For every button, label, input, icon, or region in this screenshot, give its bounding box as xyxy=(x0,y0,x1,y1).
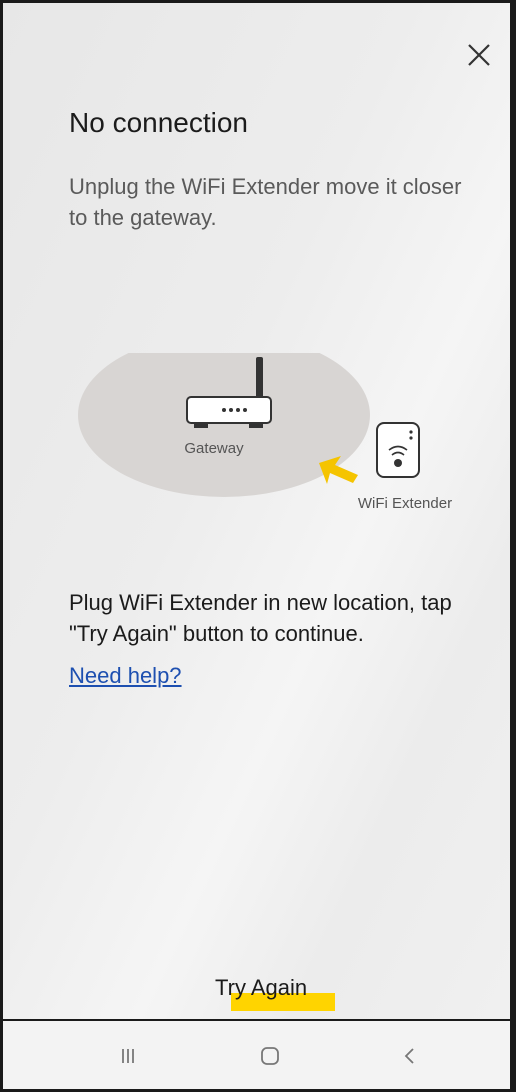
instruction-text: Plug WiFi Extender in new location, tap … xyxy=(69,590,452,646)
system-navigation-bar xyxy=(3,1019,510,1089)
gateway-label: Gateway xyxy=(184,440,244,457)
page-subtitle: Unplug the WiFi Extender move it closer … xyxy=(69,174,462,230)
close-icon[interactable] xyxy=(463,39,495,71)
need-help-link[interactable]: Need help? xyxy=(69,663,182,689)
try-again-button[interactable]: Try Again xyxy=(215,975,307,1001)
app-frame: No connection Unplug the WiFi Extender m… xyxy=(0,0,516,1092)
back-icon[interactable] xyxy=(395,1041,425,1071)
page-title: No connection xyxy=(69,107,249,138)
wifi-extender-icon xyxy=(376,422,420,478)
home-icon[interactable] xyxy=(255,1041,285,1071)
recents-icon[interactable] xyxy=(113,1041,143,1071)
placement-illustration: Gateway WiFi Extender xyxy=(78,353,452,512)
extender-label: WiFi Extender xyxy=(358,495,452,512)
no-connection-screen: No connection Unplug the WiFi Extender m… xyxy=(3,3,510,1019)
